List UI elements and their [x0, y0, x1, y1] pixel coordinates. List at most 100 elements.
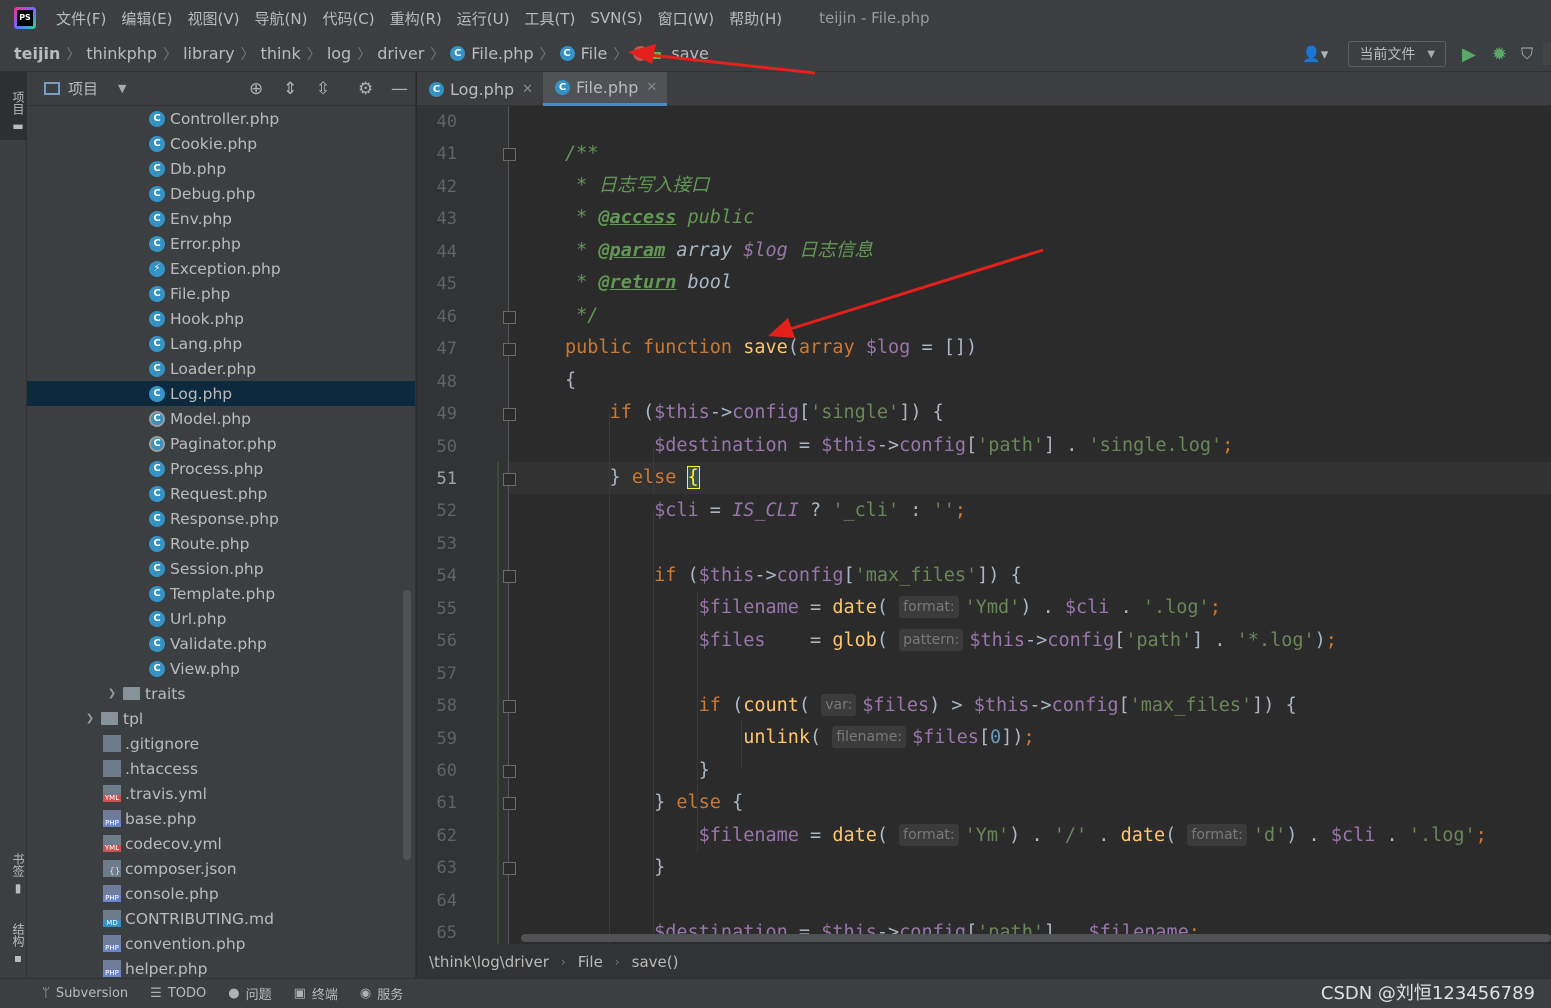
tree-item-file[interactable]: C File.php — [27, 281, 415, 306]
line-number[interactable]: 60 — [417, 755, 457, 787]
tree-item-file[interactable]: C Request.php — [27, 481, 415, 506]
tree-item-file[interactable]: .gitignore — [27, 731, 415, 756]
tree-item-file[interactable]: C View.php — [27, 656, 415, 681]
tree-item-file[interactable]: C Hook.php — [27, 306, 415, 331]
tree-item-file[interactable]: C Debug.php — [27, 181, 415, 206]
line-number[interactable]: 50 — [417, 431, 457, 463]
run-configuration-select[interactable]: 当前文件 ▼ — [1348, 41, 1447, 67]
breadcrumb-driver[interactable]: driver — [377, 44, 424, 63]
gear-icon[interactable]: ⚙ — [358, 79, 373, 99]
tree-item-file[interactable]: .htaccess — [27, 756, 415, 781]
tree-item-file[interactable]: C Paginator.php — [27, 431, 415, 456]
tree-item-file[interactable]: helper.php — [27, 956, 415, 978]
line-number[interactable]: 47 — [417, 333, 457, 365]
menu-file[interactable]: 文件(F) — [56, 8, 106, 29]
line-number[interactable]: 58 — [417, 690, 457, 722]
line-number[interactable]: 57 — [417, 658, 457, 690]
locate-target-icon[interactable]: ⊕ — [249, 79, 263, 99]
fold-marker-icon[interactable] — [503, 343, 516, 356]
line-number[interactable]: 42 — [417, 171, 457, 203]
line-number[interactable]: 49 — [417, 398, 457, 430]
vertical-scrollbar[interactable] — [403, 590, 411, 860]
menu-refactor[interactable]: 重构(R) — [390, 8, 442, 29]
tree-item-file[interactable]: C Error.php — [27, 231, 415, 256]
fold-marker-icon[interactable] — [503, 862, 516, 875]
tree-item-file[interactable]: C Loader.php — [27, 356, 415, 381]
breadcrumb-library[interactable]: library — [183, 44, 234, 63]
line-number[interactable]: 65 — [417, 917, 457, 944]
tree-item-file[interactable]: CONTRIBUTING.md — [27, 906, 415, 931]
line-number[interactable]: 55 — [417, 593, 457, 625]
line-number[interactable]: 48 — [417, 366, 457, 398]
breadcrumb-log[interactable]: log — [327, 44, 351, 63]
tree-item-file[interactable]: base.php — [27, 806, 415, 831]
hide-panel-icon[interactable]: — — [391, 79, 408, 99]
tree-item-file[interactable]: console.php — [27, 881, 415, 906]
tree-item-file[interactable]: C Log.php — [27, 381, 415, 406]
menu-svn[interactable]: SVN(S) — [590, 9, 642, 27]
tree-item-file[interactable]: C Route.php — [27, 531, 415, 556]
line-number[interactable]: 41 — [417, 138, 457, 170]
line-number[interactable]: 56 — [417, 625, 457, 657]
tree-item-file[interactable]: C Response.php — [27, 506, 415, 531]
breadcrumb-class-file[interactable]: C File — [559, 44, 607, 63]
line-number[interactable]: 64 — [417, 885, 457, 917]
breadcrumb-think[interactable]: think — [261, 44, 301, 63]
breadcrumb-thinkphp[interactable]: thinkphp — [86, 44, 157, 63]
menu-tools[interactable]: 工具(T) — [524, 8, 575, 29]
fold-marker-icon[interactable] — [503, 311, 516, 324]
menu-edit[interactable]: 编辑(E) — [121, 8, 172, 29]
tree-item-file[interactable]: C Validate.php — [27, 631, 415, 656]
line-number[interactable]: 62 — [417, 820, 457, 852]
menu-window[interactable]: 窗口(W) — [658, 8, 715, 29]
tree-item-file[interactable]: C Process.php — [27, 456, 415, 481]
tree-item-file[interactable]: codecov.yml — [27, 831, 415, 856]
breadcrumb-class[interactable]: File — [578, 953, 603, 971]
run-icon[interactable]: ▶ — [1462, 44, 1476, 65]
tool-problems[interactable]: ● 问题 — [228, 984, 271, 1003]
tree-item-file[interactable]: C Session.php — [27, 556, 415, 581]
tool-subversion[interactable]: ᛘ Subversion — [42, 986, 128, 1001]
tree-item-file[interactable]: C Controller.php — [27, 106, 415, 131]
menu-navigate[interactable]: 导航(N) — [255, 8, 308, 29]
horizontal-scrollbar[interactable] — [521, 934, 1551, 942]
fold-marker-icon[interactable] — [503, 408, 516, 421]
line-number[interactable]: 45 — [417, 268, 457, 300]
line-number[interactable]: 63 — [417, 852, 457, 884]
fold-marker-icon[interactable] — [503, 700, 516, 713]
close-icon[interactable]: ✕ — [522, 82, 533, 97]
coverage-shield-icon[interactable]: ⛉ — [1521, 44, 1533, 64]
tree-item-file[interactable]: C Db.php — [27, 156, 415, 181]
tree-item-file[interactable]: C Lang.php — [27, 331, 415, 356]
line-number[interactable]: 46 — [417, 301, 457, 333]
line-number[interactable]: 44 — [417, 236, 457, 268]
menu-help[interactable]: 帮助(H) — [729, 8, 782, 29]
stripe-tab-project[interactable]: 项目 ▬ — [0, 72, 27, 140]
fold-marker-icon[interactable] — [503, 148, 516, 161]
tab-log-php[interactable]: C Log.php ✕ — [417, 72, 543, 106]
stripe-tab-structure[interactable]: 结构 ▪ — [0, 914, 27, 969]
chevron-down-icon[interactable]: ▼ — [118, 82, 126, 95]
chevron-right-icon[interactable]: ❯ — [101, 688, 123, 699]
fold-marker-icon[interactable] — [503, 570, 516, 583]
expand-all-icon[interactable]: ⇕ — [283, 79, 297, 99]
menu-view[interactable]: 视图(V) — [188, 8, 240, 29]
tool-terminal[interactable]: ▣ 终端 — [294, 984, 338, 1003]
line-number[interactable]: 43 — [417, 203, 457, 235]
tool-todo[interactable]: ☰ TODO — [150, 986, 206, 1001]
tree-item-file[interactable]: ⚡ Exception.php — [27, 256, 415, 281]
menu-code[interactable]: 代码(C) — [322, 8, 374, 29]
breadcrumb-project[interactable]: teijin — [14, 44, 60, 63]
fold-marker-icon[interactable] — [503, 797, 516, 810]
tool-services[interactable]: ◉ 服务 — [360, 984, 403, 1003]
phpstorm-logo-icon[interactable] — [14, 7, 36, 29]
line-number[interactable]: 61 — [417, 787, 457, 819]
tree-item-file[interactable]: composer.json — [27, 856, 415, 881]
breadcrumb-file-php[interactable]: C File.php — [450, 44, 534, 63]
tree-item-folder[interactable]: ❯ tpl — [27, 706, 415, 731]
tree-item-file[interactable]: C Model.php — [27, 406, 415, 431]
line-number-gutter[interactable]: 40 41 42 43 44 45 46 47 48 49 50 51 52 53 54 55 56 57 58 59… — [417, 106, 516, 944]
line-number[interactable]: 54 — [417, 560, 457, 592]
user-icon[interactable]: 👤▾ — [1302, 45, 1328, 63]
tree-item-folder[interactable]: ❯ traits — [27, 681, 415, 706]
